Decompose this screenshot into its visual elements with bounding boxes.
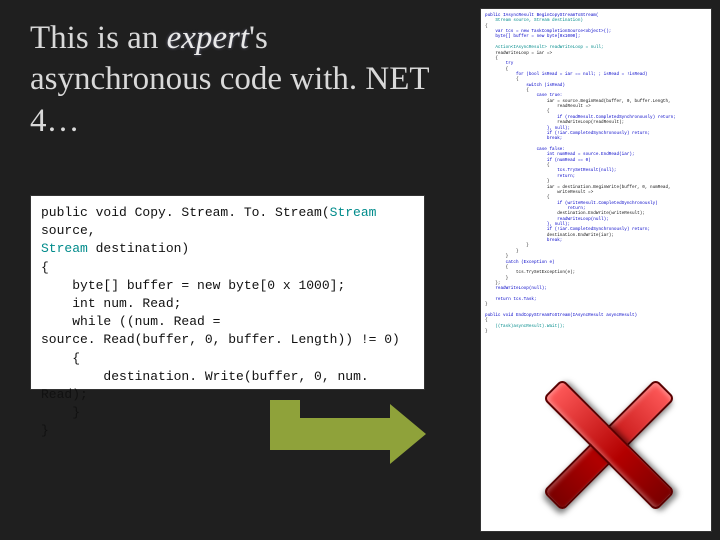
code-line: }	[485, 179, 549, 184]
code-line: };	[485, 281, 500, 286]
slide: This is an expert's asynchronous code wi…	[0, 0, 720, 540]
code-type: Stream	[330, 205, 377, 220]
code-line: }	[485, 302, 488, 307]
code-line: if (readResult.CompletedSynchronously) r…	[485, 115, 676, 120]
code-line: {	[485, 56, 498, 61]
arrow-head	[390, 404, 426, 464]
code-line: byte[] buffer = new byte[0x1000];	[485, 34, 580, 39]
code-line: break;	[485, 238, 562, 243]
code-line: public void EndCopyStreamToStream(IAsync…	[485, 313, 637, 318]
code-line: {	[41, 351, 80, 366]
code-line: var tcs = new TaskCompletionSource<objec…	[485, 29, 611, 34]
code-line: Stream source, Stream destination)	[485, 18, 583, 23]
code-line: readResult =>	[485, 104, 591, 109]
code-line: try	[485, 61, 513, 66]
code-line: }	[485, 329, 488, 334]
code-line: writeResult =>	[485, 190, 593, 195]
code-line: int numRead = source.EndRead(iar);	[485, 152, 635, 157]
code-type: Stream	[41, 241, 88, 256]
code-line: if (numRead == 0)	[485, 158, 591, 163]
code-line: readWriteLoop(null);	[485, 217, 609, 222]
code-line: {	[485, 195, 549, 200]
code-line: break;	[485, 136, 562, 141]
code-line: public void Copy. Stream. To. Stream(	[41, 205, 330, 220]
code-line: case false:	[485, 147, 565, 152]
code-line: byte[] buffer = new byte[0 x 1000];	[41, 278, 345, 293]
code-line: }, null);	[485, 222, 570, 227]
simple-code-box: public void Copy. Stream. To. Stream(Str…	[30, 195, 425, 390]
code-line: return;	[485, 206, 586, 211]
code-line: public IAsyncResult BeginCopyStreamToStr…	[485, 13, 598, 18]
code-line: {	[485, 109, 549, 114]
code-line: case true:	[485, 93, 562, 98]
code-line: {	[485, 265, 508, 270]
code-line: }	[485, 249, 519, 254]
code-line: }	[41, 405, 80, 420]
code-line: switch (isRead)	[485, 83, 565, 88]
code-line: if (!iar.CompletedSynchronously) return;	[485, 227, 650, 232]
code-line: destination)	[88, 241, 189, 256]
code-line: catch (Exception e)	[485, 260, 555, 265]
arrow-icon	[270, 400, 420, 470]
code-line: source. Read(buffer, 0, buffer. Length))…	[41, 332, 400, 347]
code-line: {	[485, 67, 508, 72]
arrow-shaft	[270, 418, 390, 450]
code-line: }	[485, 276, 508, 281]
code-line: }	[485, 254, 508, 259]
code-line: }, null);	[485, 126, 570, 131]
title-expert-word: expert	[167, 20, 249, 56]
code-line: iar = destination.BeginWrite(buffer, 0, …	[485, 185, 671, 190]
code-line: destination. Write(buffer, 0, num. Read)…	[41, 369, 376, 402]
code-line: Action<IAsyncResult> readWriteLoop = nul…	[485, 45, 604, 50]
code-line: }	[485, 243, 529, 248]
code-line: ((Task)asyncResult).Wait();	[485, 324, 565, 329]
code-line: int num. Read;	[41, 296, 181, 311]
code-line: tcs.TrySetResult(null);	[485, 168, 617, 173]
code-line: {	[485, 163, 549, 168]
code-line: readWriteLoop = iar =>	[485, 51, 552, 56]
code-line: {	[485, 77, 519, 82]
code-line: while ((num. Read =	[41, 314, 220, 329]
slide-title: This is an expert's asynchronous code wi…	[30, 18, 440, 142]
code-line: return;	[485, 174, 575, 179]
code-line: destination.EndWrite(iar);	[485, 233, 614, 238]
code-line: {	[41, 260, 49, 275]
code-line: for (bool isRead = iar == null; ; isRead…	[485, 72, 647, 77]
code-line: iar = source.BeginRead(buffer, 0, buffer…	[485, 99, 671, 104]
code-line: {	[485, 318, 488, 323]
code-line: if (!iar.CompletedSynchronously) return;	[485, 131, 650, 136]
red-x-icon	[530, 370, 680, 520]
code-line: }	[41, 423, 49, 438]
title-prefix: This is an	[30, 20, 167, 56]
code-line: readWriteLoop(null);	[485, 286, 547, 291]
code-line: {	[485, 24, 488, 29]
code-line: {	[485, 88, 529, 93]
code-line: return tcs.Task;	[485, 297, 537, 302]
code-line: tcs.TrySetException(e);	[485, 270, 575, 275]
code-line: readWriteLoop(readResult);	[485, 120, 624, 125]
code-line: destination.EndWrite(writeResult);	[485, 211, 645, 216]
code-line: if (writeResult.CompletedSynchronously)	[485, 201, 658, 206]
